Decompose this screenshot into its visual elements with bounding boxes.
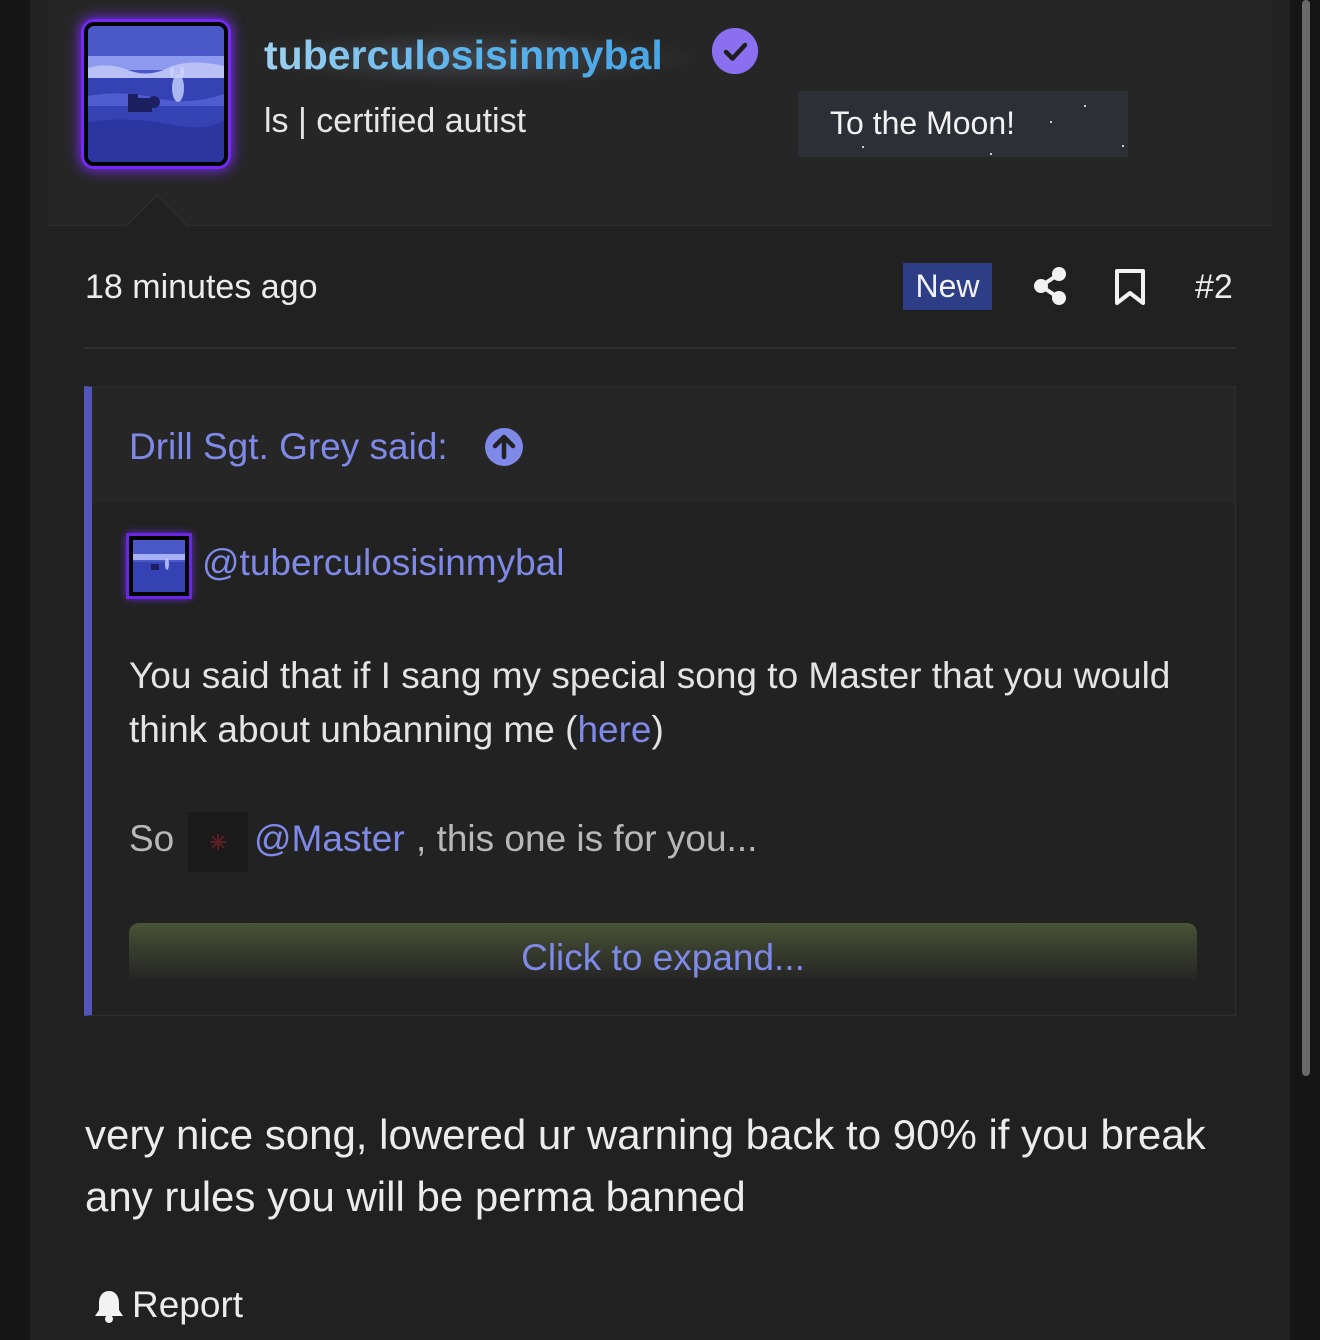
bell-icon	[92, 1288, 126, 1324]
master-avatar	[188, 812, 248, 872]
quote-attribution[interactable]: Drill Sgt. Grey said:	[129, 424, 448, 470]
user-banner: To the Moon!	[798, 91, 1128, 157]
star-speck	[1122, 145, 1124, 147]
star-speck	[1084, 105, 1086, 107]
mention-avatar	[129, 536, 189, 596]
quote-block: Drill Sgt. Grey said: @tuberculosisinmyb…	[84, 386, 1236, 1016]
report-label: Report	[132, 1284, 244, 1325]
quote-body-close: )	[651, 709, 664, 750]
here-link[interactable]: here	[577, 709, 651, 750]
username[interactable]: tuberculosisinmybal	[264, 30, 663, 80]
quote-so-suffix: , this one is for you...	[416, 818, 758, 859]
left-gutter	[0, 0, 30, 1340]
avatar[interactable]	[84, 22, 228, 166]
master-mention[interactable]: @Master	[254, 814, 405, 864]
avatar-image	[88, 26, 224, 162]
user-banner-label: To the Moon!	[830, 105, 1015, 141]
page: tuberculosisinmybal ls | certified autis…	[0, 0, 1320, 1340]
bookmark-icon[interactable]	[1114, 268, 1146, 306]
post-timestamp[interactable]: 18 minutes ago	[85, 265, 318, 309]
quote-so-text: So	[129, 818, 175, 859]
quote-body: You said that if I sang my special song …	[129, 649, 1189, 757]
divider	[84, 347, 1236, 349]
star-speck	[862, 146, 864, 148]
star-speck	[1050, 121, 1052, 123]
new-badge: New	[903, 263, 992, 310]
share-icon[interactable]	[1030, 266, 1070, 306]
arrow-up-circle-icon[interactable]	[484, 427, 524, 467]
post-body: very nice song, lowered ur warning back …	[85, 1111, 1206, 1220]
post-number-link[interactable]: #2	[1195, 265, 1233, 309]
user-mention[interactable]: @tuberculosisinmybal	[202, 541, 564, 585]
check-circle-icon	[712, 28, 758, 74]
quote-header: Drill Sgt. Grey said:	[92, 387, 1235, 503]
expand-label: Click to expand...	[521, 937, 805, 978]
star-speck	[990, 153, 992, 155]
user-title: ls | certified autist	[264, 102, 527, 140]
user-header-pointer-inner	[127, 196, 187, 226]
scrollbar[interactable]	[1302, 0, 1310, 1076]
expand-button[interactable]: Click to expand...	[129, 923, 1197, 979]
